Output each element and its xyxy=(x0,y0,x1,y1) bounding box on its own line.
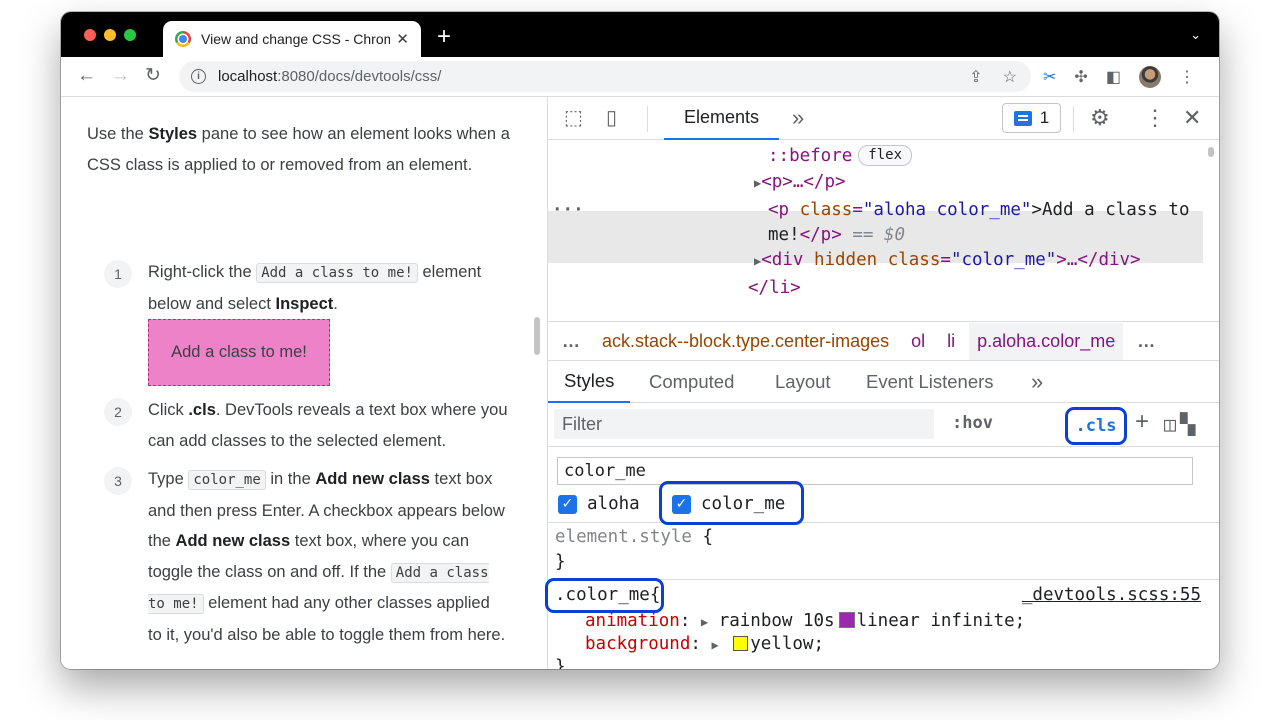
devtools-panel: ⬚ ▯ Elements » 1 ⚙ ⋮ ✕ ::before flex ▶<p>… xyxy=(545,97,1219,669)
dom-scrollbar[interactable] xyxy=(1208,147,1214,157)
step-text: Type color_me in the Add new class text … xyxy=(148,470,506,644)
tab-close-icon[interactable]: ✕ xyxy=(396,30,409,48)
tab-title: View and change CSS - Chrom xyxy=(201,31,391,47)
class-editor-pane: ✓ aloha ✓ color_me xyxy=(548,447,1219,525)
step-text: Right-click the Add a class to me! eleme… xyxy=(148,263,482,313)
back-arrow-icon[interactable]: ← xyxy=(77,65,96,87)
chevron-down-icon[interactable]: ⌄ xyxy=(1190,27,1201,43)
toggle-sidebar-icon[interactable]: ◫ xyxy=(1164,412,1176,436)
dom-node-before[interactable]: ::before flex xyxy=(768,143,913,169)
docs-content: Use the Styles pane to see how an elemen… xyxy=(61,97,531,669)
styles-filter-bar: :hov .cls + ▚ xyxy=(548,403,1219,447)
doc-scrollbar[interactable] xyxy=(534,317,540,355)
breadcrumb: … ack.stack--block.type.center-images ol… xyxy=(548,321,1219,361)
issues-count: 1 xyxy=(1039,108,1050,127)
browser-toolbar: ← → ↻ i localhost :8080/docs/devtools/cs… xyxy=(61,57,1219,97)
dom-node-selected-p-line2[interactable]: me!</p> == $0 xyxy=(768,222,905,248)
paint-brush-icon[interactable]: ▚ xyxy=(1180,412,1195,437)
device-toolbar-icon[interactable]: ▯ xyxy=(606,107,617,129)
reload-icon[interactable]: ↻ xyxy=(145,65,161,87)
intro-paragraph: Use the Styles pane to see how an elemen… xyxy=(87,125,510,174)
breadcrumb-scroll-right[interactable]: … xyxy=(1137,331,1155,352)
tab-event-listeners[interactable]: Event Listeners xyxy=(866,361,994,403)
background-declaration[interactable]: background: ▶ yellow; xyxy=(585,633,824,657)
step-number: 1 xyxy=(104,260,132,288)
share-icon[interactable]: ⇪ xyxy=(969,67,982,87)
node-menu-ellipsis-icon[interactable]: ··· xyxy=(552,197,584,223)
cls-button[interactable]: .cls xyxy=(1065,407,1127,445)
address-bar[interactable]: i localhost :8080/docs/devtools/css/ ⇪ ☆ xyxy=(179,61,1031,92)
color-me-rule-close: } xyxy=(555,657,566,669)
checkbox-checked-icon[interactable]: ✓ xyxy=(558,494,577,514)
element-style-close: } xyxy=(555,552,566,572)
url-host: localhost xyxy=(218,68,278,85)
class-toggle-aloha[interactable]: ✓ aloha xyxy=(558,491,640,517)
styles-subtabs: Styles Computed Layout Event Listeners » xyxy=(548,361,1219,403)
breadcrumb-item-selected[interactable]: p.aloha.color_me xyxy=(969,322,1124,360)
breadcrumb-item[interactable]: li xyxy=(947,331,955,352)
add-new-class-input[interactable] xyxy=(557,457,1193,485)
info-icon[interactable]: i xyxy=(191,69,206,84)
step-text: Click .cls. DevTools reveals a text box … xyxy=(148,401,508,450)
devtools-toolbar: ⬚ ▯ Elements » 1 ⚙ ⋮ ✕ xyxy=(548,97,1219,140)
tab-computed[interactable]: Computed xyxy=(649,361,734,403)
dom-node-p[interactable]: ▶<p>…</p> xyxy=(754,169,846,196)
color-swatch-icon[interactable] xyxy=(733,636,749,651)
dom-node-li-close[interactable]: </li> xyxy=(748,275,801,301)
tab-elements[interactable]: Elements xyxy=(664,97,779,140)
avatar[interactable] xyxy=(1138,66,1161,88)
animation-declaration[interactable]: animation: ▶ rainbow 10s linear infinite; xyxy=(585,610,1025,634)
demo-add-class-box[interactable]: Add a class to me! xyxy=(148,319,330,386)
more-tabs-icon[interactable]: » xyxy=(792,107,804,129)
dom-node-div[interactable]: ▶<div hidden class="color_me">…</div> xyxy=(754,247,1141,274)
dom-tree: ::before flex ▶<p>…</p> ··· <p class="alo… xyxy=(548,141,1219,321)
close-icon[interactable]: ✕ xyxy=(1183,107,1201,129)
breadcrumb-item[interactable]: ol xyxy=(911,331,925,352)
browser-window: View and change CSS - Chrom ✕ + ⌄ ← → ↻ … xyxy=(61,12,1219,669)
tab-layout[interactable]: Layout xyxy=(775,361,831,403)
flex-badge[interactable]: flex xyxy=(858,145,913,166)
tab-styles[interactable]: Styles xyxy=(548,361,631,403)
forward-arrow-icon[interactable]: → xyxy=(111,65,130,87)
chrome-favicon-icon xyxy=(175,31,191,47)
browser-tab[interactable]: View and change CSS - Chrom ✕ xyxy=(163,21,421,57)
element-style-rule[interactable]: element.style { xyxy=(555,526,713,549)
more-vert-icon[interactable]: ⋮ xyxy=(1144,107,1166,129)
scissors-icon[interactable]: ✂ xyxy=(1043,67,1056,87)
close-window-button[interactable] xyxy=(84,29,96,41)
breadcrumb-scroll-left[interactable]: … xyxy=(562,331,580,352)
hov-button[interactable]: :hov xyxy=(952,413,993,433)
zoom-window-button[interactable] xyxy=(124,29,136,41)
title-bar: View and change CSS - Chrom ✕ + ⌄ xyxy=(61,12,1219,57)
new-tab-button[interactable]: + xyxy=(437,25,451,49)
selector-highlight-outline xyxy=(545,578,664,613)
animation-easing-icon[interactable] xyxy=(838,612,855,628)
minimize-window-button[interactable] xyxy=(104,29,116,41)
breadcrumb-item[interactable]: ack.stack--block.type.center-images xyxy=(602,331,889,352)
side-panel-icon[interactable]: ◧ xyxy=(1106,67,1121,87)
issues-icon xyxy=(1013,110,1032,126)
dom-node-selected-p[interactable]: <p class="aloha color_me">Add a class to xyxy=(768,197,1189,223)
styles-filter-input[interactable] xyxy=(554,409,934,439)
inspect-element-icon[interactable]: ⬚ xyxy=(564,107,583,129)
new-style-rule-icon[interactable]: + xyxy=(1135,408,1149,436)
step-number: 2 xyxy=(104,398,132,426)
url-path: :8080/docs/devtools/css/ xyxy=(277,68,442,85)
highlight-outline xyxy=(659,481,804,525)
bookmark-star-icon[interactable]: ☆ xyxy=(1003,67,1017,87)
extensions-puzzle-icon[interactable]: ✣ xyxy=(1074,67,1087,87)
more-subtabs-icon[interactable]: » xyxy=(1031,361,1043,403)
rule-source-link[interactable]: _devtools.scss:55 xyxy=(1022,584,1201,607)
settings-gear-icon[interactable]: ⚙ xyxy=(1090,107,1110,129)
style-rules: element.style { } .color_me{ _devtools.s… xyxy=(545,524,1219,669)
step-number: 3 xyxy=(104,467,132,495)
more-vert-icon[interactable]: ⋮ xyxy=(1179,67,1195,87)
issues-button[interactable]: 1 xyxy=(1002,103,1061,133)
